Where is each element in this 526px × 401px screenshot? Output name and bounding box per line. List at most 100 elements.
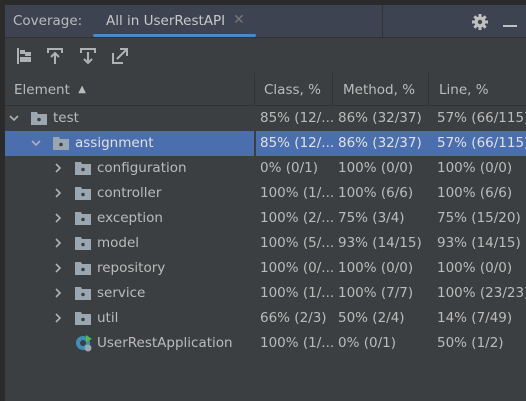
line-coverage: 93% (14/15) [437, 235, 521, 251]
element-name: repository [97, 260, 166, 276]
coverage-cells: 85% (12/... 86% (32/37) 57% (66/115) [256, 106, 526, 131]
class-coverage: 85% (12/... [260, 135, 335, 151]
method-coverage: 0% (0/1) [338, 335, 396, 351]
coverage-cells: 100% (0/... 100% (0/0) 100% (0/0) [256, 256, 526, 281]
class-coverage: 100% (2/... [260, 210, 335, 226]
spring-boot-class-icon [76, 335, 92, 352]
line-coverage: 57% (66/115) [437, 110, 526, 126]
chevron-down-icon[interactable] [29, 136, 43, 150]
navigate-icon[interactable] [111, 47, 129, 65]
coverage-cells: 66% (2/3) 50% (2/4) 14% (7/49) [256, 306, 526, 331]
tree-row-userrestapplication[interactable]: UserRestApplication 100% (1/... 0% (0/1)… [5, 331, 526, 356]
line-coverage: 75% (15/20) [437, 210, 521, 226]
tree-row-exception[interactable]: exception 100% (2/... 75% (3/4) 75% (15/… [5, 206, 526, 231]
element-cell[interactable]: exception [5, 206, 254, 231]
method-coverage: 100% (7/7) [338, 285, 414, 301]
coverage-cells: 100% (5/... 93% (14/15) 93% (14/15) [256, 231, 526, 256]
element-name: exception [97, 210, 163, 226]
class-coverage: 66% (2/3) [260, 310, 327, 326]
method-coverage: 100% (6/6) [338, 185, 414, 201]
element-cell[interactable]: test [5, 106, 254, 131]
line-coverage: 100% (0/0) [437, 260, 513, 276]
chevron-right-icon[interactable] [51, 261, 65, 275]
element-cell[interactable]: controller [5, 181, 254, 206]
line-coverage: 100% (23/23) [437, 285, 526, 301]
element-cell[interactable]: repository [5, 256, 254, 281]
class-coverage: 100% (1/... [260, 285, 335, 301]
tree-row-configuration[interactable]: configuration 0% (0/1) 100% (0/0) 100% (… [5, 156, 526, 181]
element-name: test [53, 110, 79, 126]
chevron-right-icon[interactable] [51, 311, 65, 325]
package-folder-icon [75, 162, 91, 175]
column-line[interactable]: Line, % [429, 73, 526, 106]
coverage-label: Coverage: [13, 13, 83, 29]
column-header: Element ▲ Class, % Method, % Line, % [5, 73, 526, 106]
flatten-packages-icon[interactable] [15, 47, 33, 65]
package-folder-icon [75, 262, 91, 275]
tree-row-assignment[interactable]: assignment 85% (12/... 86% (32/37) 57% (… [5, 131, 526, 156]
element-name: UserRestApplication [97, 335, 233, 351]
line-coverage: 100% (6/6) [437, 185, 513, 201]
tree-row-util[interactable]: util 66% (2/3) 50% (2/4) 14% (7/49) [5, 306, 526, 331]
coverage-cells: 100% (1/... 0% (0/1) 50% (1/2) [256, 331, 526, 356]
chevron-right-icon[interactable] [51, 236, 65, 250]
element-name: service [97, 285, 146, 301]
element-name: controller [97, 185, 162, 201]
package-folder-icon [75, 237, 91, 250]
class-coverage: 100% (0/... [260, 260, 335, 276]
method-coverage: 86% (32/37) [338, 135, 422, 151]
sort-asc-icon: ▲ [78, 84, 86, 95]
column-method[interactable]: Method, % [333, 73, 429, 106]
element-cell[interactable]: configuration [5, 156, 254, 181]
element-cell[interactable]: model [5, 231, 254, 256]
package-folder-icon [75, 287, 91, 300]
line-coverage: 100% (0/0) [437, 160, 513, 176]
coverage-cells: 85% (12/... 86% (32/37) 57% (66/115) [256, 131, 526, 156]
export-icon[interactable] [79, 47, 97, 65]
class-coverage: 100% (1/... [260, 185, 335, 201]
method-coverage: 86% (32/37) [338, 110, 422, 126]
tab-all-in-userrestapi[interactable]: All in UserRestAPI ✕ [93, 5, 256, 38]
class-coverage: 0% (0/1) [260, 160, 318, 176]
tree-row-model[interactable]: model 100% (5/... 93% (14/15) 93% (14/15… [5, 231, 526, 256]
tree-row-controller[interactable]: controller 100% (1/... 100% (6/6) 100% (… [5, 181, 526, 206]
package-folder-icon [31, 112, 47, 125]
chevron-right-icon[interactable] [51, 186, 65, 200]
tab-label: All in UserRestAPI [106, 13, 226, 29]
tree-row-test[interactable]: test 85% (12/... 86% (32/37) 57% (66/115… [5, 106, 526, 131]
column-label: Element [14, 82, 70, 98]
chevron-right-icon[interactable] [51, 211, 65, 225]
tree-row-repository[interactable]: repository 100% (0/... 100% (0/0) 100% (… [5, 256, 526, 281]
method-coverage: 100% (0/0) [338, 160, 414, 176]
import-icon[interactable] [46, 47, 64, 65]
element-cell[interactable]: assignment [5, 131, 254, 156]
coverage-title-bar: Coverage: All in UserRestAPI ✕ [5, 5, 526, 38]
close-icon[interactable]: ✕ [233, 12, 245, 28]
chevron-down-icon[interactable] [7, 111, 21, 125]
chevron-right-icon[interactable] [51, 286, 65, 300]
package-folder-icon [75, 187, 91, 200]
toolbar [5, 38, 526, 73]
column-class[interactable]: Class, % [255, 73, 333, 106]
line-coverage: 57% (66/115) [437, 135, 526, 151]
gear-icon[interactable] [471, 13, 489, 31]
minimize-icon[interactable] [503, 25, 517, 27]
chevron-right-icon[interactable] [51, 161, 65, 175]
package-folder-icon [75, 312, 91, 325]
element-name: model [97, 235, 140, 251]
column-label: Class, % [264, 82, 321, 98]
method-coverage: 50% (2/4) [338, 310, 405, 326]
coverage-cells: 100% (1/... 100% (6/6) 100% (6/6) [256, 181, 526, 206]
column-label: Line, % [439, 82, 489, 98]
method-coverage: 75% (3/4) [338, 210, 405, 226]
element-cell[interactable]: service [5, 281, 254, 306]
column-element[interactable]: Element ▲ [5, 73, 255, 106]
class-coverage: 100% (5/... [260, 235, 335, 251]
element-cell[interactable]: util [5, 306, 254, 331]
element-cell[interactable]: UserRestApplication [5, 331, 254, 356]
tree-row-service[interactable]: service 100% (1/... 100% (7/7) 100% (23/… [5, 281, 526, 306]
coverage-cells: 0% (0/1) 100% (0/0) 100% (0/0) [256, 156, 526, 181]
tab-underline [93, 34, 256, 37]
column-label: Method, % [343, 82, 416, 98]
package-folder-icon [75, 212, 91, 225]
